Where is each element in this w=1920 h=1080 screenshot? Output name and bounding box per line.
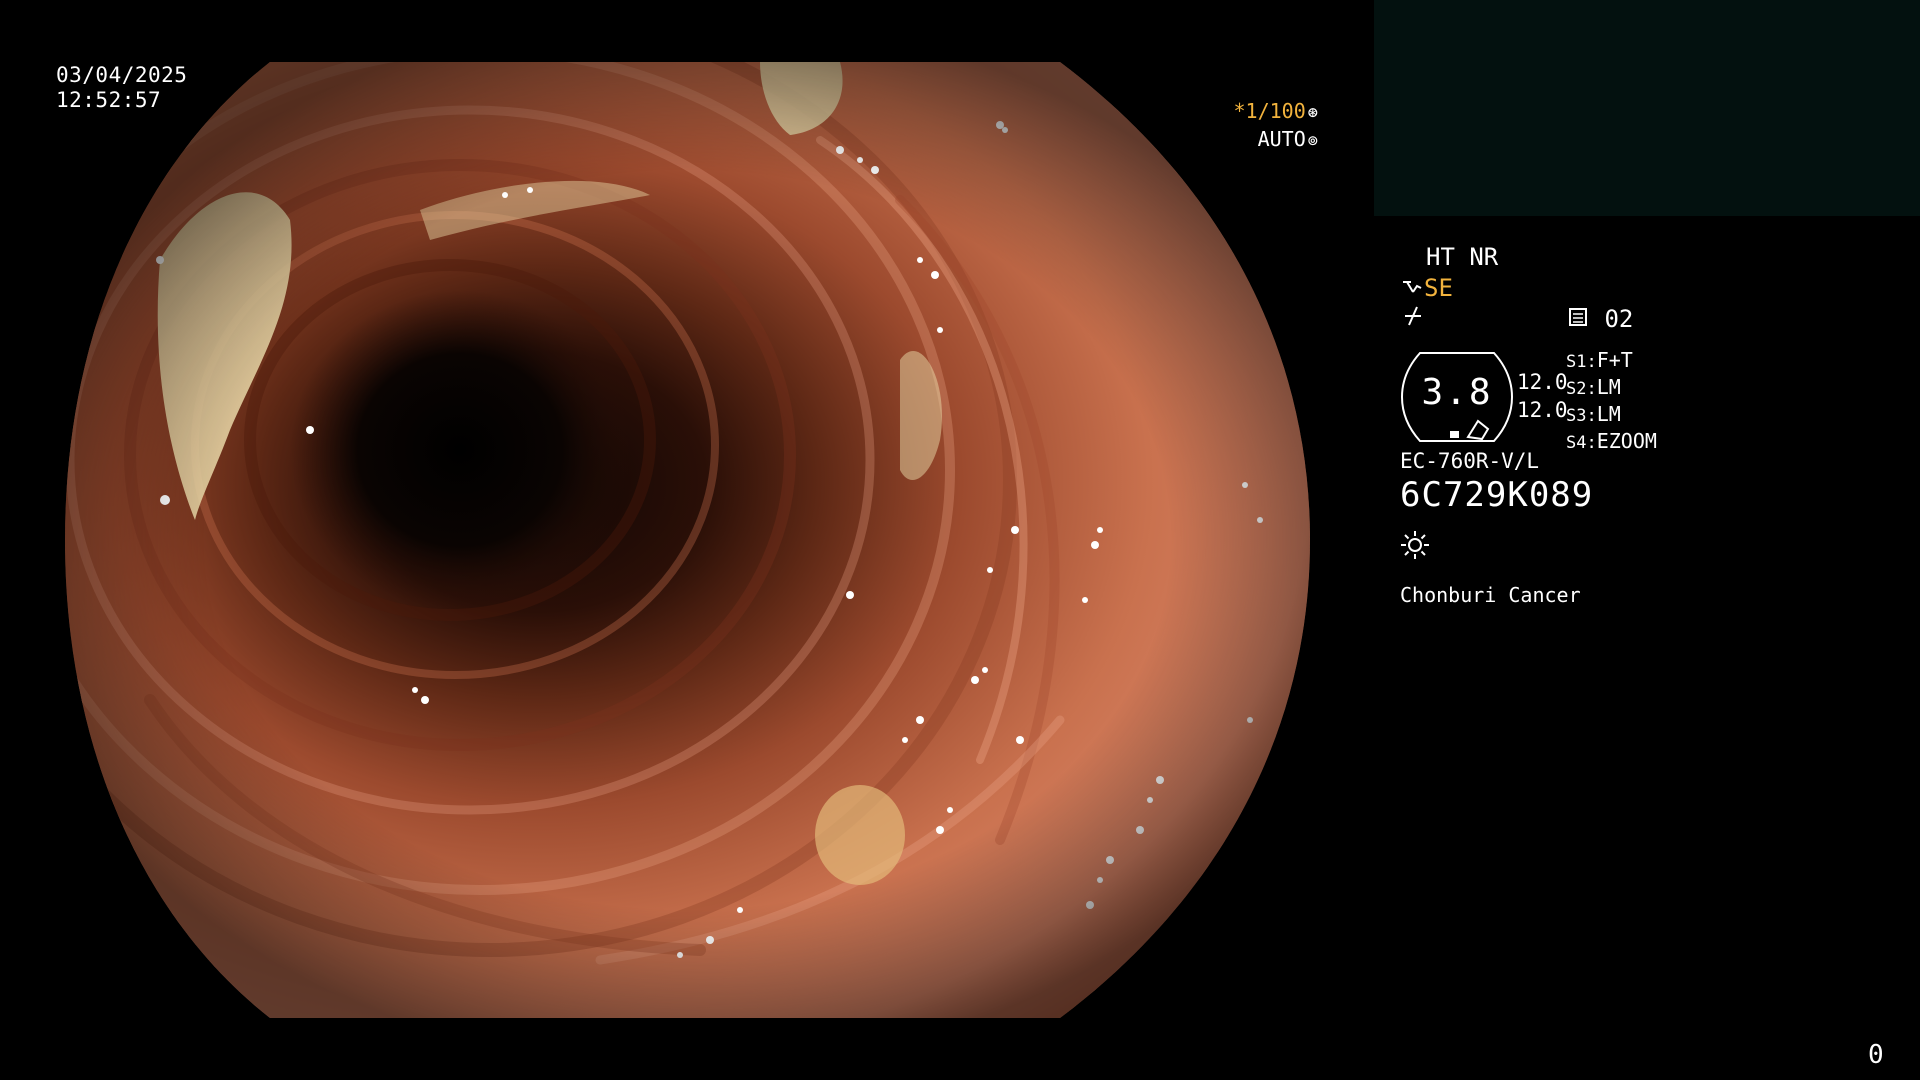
switch-row: S1:F+T [1566,348,1657,375]
switch-key: S2: [1566,379,1597,399]
scope-model: EC-760R-V/L [1400,449,1540,473]
memory-row: 02 [1566,304,1633,334]
sun-icon [1400,530,1430,564]
switch-value: LM [1596,402,1621,426]
switch-row: S3:LM [1566,402,1657,429]
monitor-inset-box [1374,0,1920,216]
switch-row: S2:LM [1566,375,1657,402]
institution-name: Chonburi Cancer [1400,583,1581,607]
value-2: 12.0 [1517,398,1568,422]
memory-value: 02 [1604,305,1634,333]
shutter-readout: *1/100 ⊛ [1234,97,1319,127]
switch-value: LM [1596,375,1621,399]
date-label: 03/04/2025 [56,63,188,87]
switch-list: S1:F+T S2:LM S3:LM S4:EZOOM [1566,348,1657,456]
time-label: 12:52:57 [56,88,162,112]
endoscopy-view [65,62,1310,1018]
shutter-icon: ⊛ [1307,103,1318,123]
switch-value: F+T [1596,348,1633,372]
switch-key: S4: [1566,433,1597,453]
enhancement-icon [1400,273,1424,303]
structure-enhancement-row: SE [1400,273,1453,303]
iris-icon: ⊚ [1307,131,1318,151]
value-1: 12.0 [1517,370,1568,394]
switch-key: S1: [1566,352,1597,372]
switch-key: S3: [1566,406,1597,426]
switch-row: S4:EZOOM [1566,429,1657,456]
freeze-icon [1402,303,1424,334]
gauge-value: 3.8 [1421,372,1493,413]
serial-number: 6C729K089 [1400,475,1594,515]
shutter-value: *1/100 [1233,99,1306,123]
memory-icon [1566,304,1590,334]
auto-readout: AUTO ⊚ [1258,125,1318,155]
switch-value: EZOOM [1596,429,1657,453]
mode-label: HT NR [1426,243,1499,271]
auto-label: AUTO [1257,127,1306,151]
se-label: SE [1424,274,1453,302]
frame-counter: 0 [1868,1040,1884,1070]
